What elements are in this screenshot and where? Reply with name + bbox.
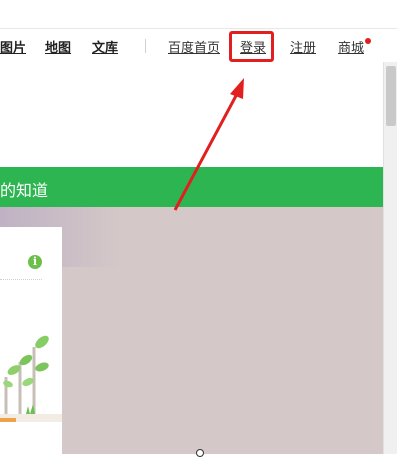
scrollbar-thumb[interactable] <box>386 66 396 126</box>
nav-link-maps[interactable]: 地图 <box>45 37 71 56</box>
register-link[interactable]: 注册 <box>290 37 316 56</box>
vertical-scrollbar[interactable] <box>383 62 397 454</box>
login-highlight-box <box>229 31 274 62</box>
nav-link-baidu-home[interactable]: 百度首页 <box>168 37 220 56</box>
promo-card[interactable]: i <box>0 227 62 454</box>
green-banner: 的知道 <box>0 167 383 207</box>
sprout-illustration-icon <box>0 335 62 422</box>
hero-area: i <box>0 207 383 454</box>
mall-link[interactable]: 商城 <box>338 37 364 56</box>
nav-divider <box>145 39 146 53</box>
info-icon[interactable]: i <box>28 255 42 269</box>
notification-dot <box>365 38 371 44</box>
mouse-cursor-icon <box>196 449 204 457</box>
banner-title: 的知道 <box>0 183 49 200</box>
nav-link-images[interactable]: 图片 <box>0 37 26 56</box>
nav-link-wenku[interactable]: 文库 <box>92 37 118 56</box>
top-nav: 图片 地图 文库 百度首页 登录 注册 商城 <box>0 29 397 62</box>
top-strip <box>0 0 397 29</box>
card-divider <box>0 279 42 280</box>
